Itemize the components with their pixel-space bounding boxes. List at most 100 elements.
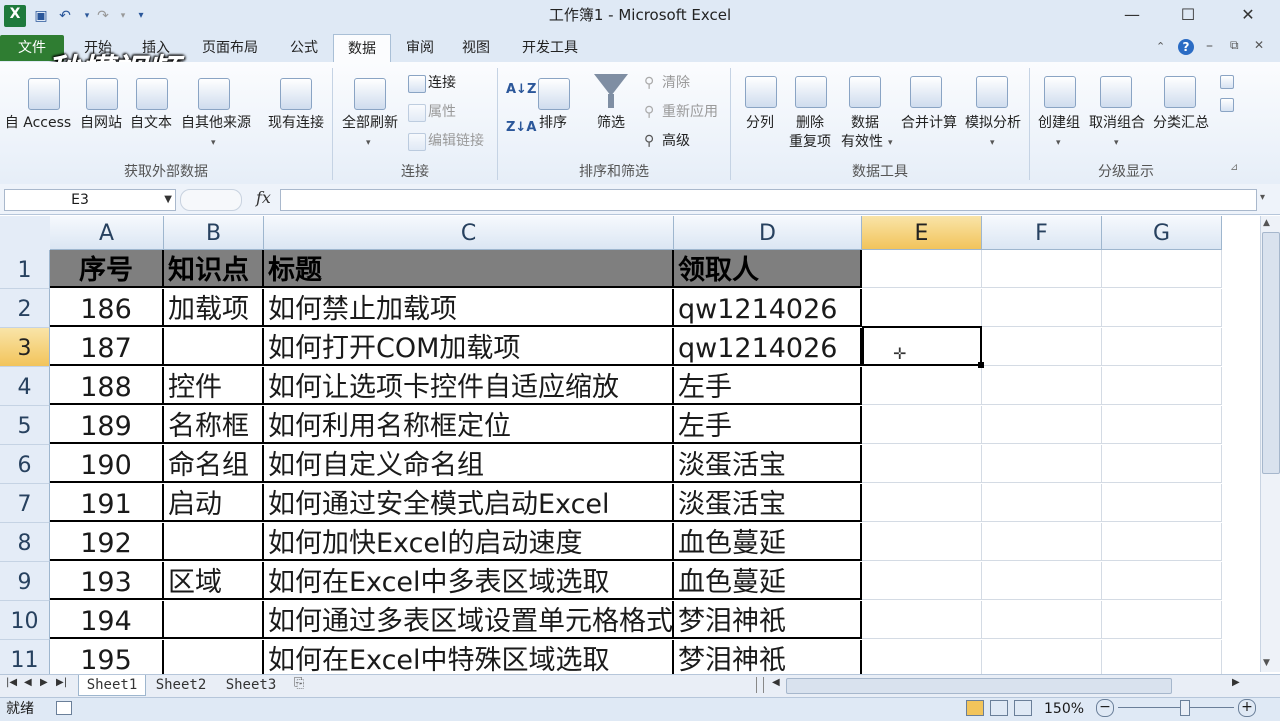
cell-c3[interactable]: 如何打开COM加载项 xyxy=(264,328,674,366)
cell-a6[interactable]: 190 xyxy=(50,445,164,483)
cell-g5[interactable] xyxy=(1102,406,1222,444)
cell-g6[interactable] xyxy=(1102,445,1222,483)
cell-f11[interactable] xyxy=(982,640,1102,678)
cell-f9[interactable] xyxy=(982,562,1102,600)
scroll-down-icon[interactable]: ▼ xyxy=(1263,658,1270,668)
row-header-5[interactable]: 5 xyxy=(0,406,50,445)
zoom-in-icon[interactable]: + xyxy=(1238,699,1256,717)
ribbon-close-icon[interactable]: ✕ xyxy=(1254,38,1264,52)
ungroup-dropdown-icon[interactable]: ▾ xyxy=(1114,138,1119,148)
cell-b11[interactable] xyxy=(164,640,264,678)
ungroup-button[interactable]: 取消组合 xyxy=(1086,114,1148,133)
cell-g4[interactable] xyxy=(1102,367,1222,405)
row-header-4[interactable]: 4 xyxy=(0,367,50,406)
ribbon-minimize-icon[interactable]: – xyxy=(1206,38,1213,54)
row-header-2[interactable]: 2 xyxy=(0,289,50,328)
cell-d6[interactable]: 淡蛋活宝 xyxy=(674,445,862,483)
cell-e4[interactable] xyxy=(862,367,982,405)
insert-function-icon[interactable]: fx xyxy=(256,188,271,207)
cell-c7[interactable]: 如何通过安全模式启动Excel xyxy=(264,484,674,522)
cell-c5[interactable]: 如何利用名称框定位 xyxy=(264,406,674,444)
column-header-g[interactable]: G xyxy=(1102,216,1222,250)
sheet-tab-sheet1[interactable]: Sheet1 xyxy=(78,675,146,696)
cell-b6[interactable]: 命名组 xyxy=(164,445,264,483)
collapse-ribbon-icon[interactable]: ⌃ xyxy=(1156,40,1165,53)
other-sources-dropdown-icon[interactable]: ▾ xyxy=(211,138,216,148)
clear-button[interactable]: 清除 xyxy=(662,74,690,93)
outline-settings-launcher-icon[interactable]: ⊿ xyxy=(1230,162,1238,173)
cell-e2[interactable] xyxy=(862,289,982,327)
cell-d3[interactable]: qw1214026 xyxy=(674,328,862,366)
first-sheet-icon[interactable]: |◀ xyxy=(6,677,17,688)
cell-g1[interactable] xyxy=(1102,250,1222,288)
select-all-corner[interactable] xyxy=(0,216,51,251)
remove-duplicates-button[interactable]: 删除 xyxy=(784,114,836,133)
cell-c1[interactable]: 标题 xyxy=(264,250,674,288)
cell-e11[interactable] xyxy=(862,640,982,678)
refresh-all-button[interactable]: 全部刷新 xyxy=(336,114,404,133)
zoom-level[interactable]: 150% xyxy=(1044,698,1084,720)
cell-b2[interactable]: 加载项 xyxy=(164,289,264,327)
tab-review[interactable]: 审阅 xyxy=(396,34,444,62)
cell-c6[interactable]: 如何自定义命名组 xyxy=(264,445,674,483)
tab-view[interactable]: 视图 xyxy=(452,34,500,62)
cell-b9[interactable]: 区域 xyxy=(164,562,264,600)
horizontal-scroll-thumb[interactable] xyxy=(786,678,1172,694)
column-header-b[interactable]: B xyxy=(164,216,264,250)
column-header-c[interactable]: C xyxy=(264,216,674,250)
cell-a7[interactable]: 191 xyxy=(50,484,164,522)
from-other-sources-button[interactable]: 自其他来源 xyxy=(176,114,256,133)
cell-d1[interactable]: 领取人 xyxy=(674,250,862,288)
cell-f10[interactable] xyxy=(982,601,1102,639)
row-header-7[interactable]: 7 xyxy=(0,484,50,523)
row-header-1[interactable]: 1 xyxy=(0,250,50,289)
cell-e9[interactable] xyxy=(862,562,982,600)
next-sheet-icon[interactable]: ▶ xyxy=(40,677,48,688)
tab-developer[interactable]: 开发工具 xyxy=(512,34,588,62)
column-header-d[interactable]: D xyxy=(674,216,862,250)
what-if-dropdown-icon[interactable]: ▾ xyxy=(990,138,995,148)
cell-b4[interactable]: 控件 xyxy=(164,367,264,405)
cell-a9[interactable]: 193 xyxy=(50,562,164,600)
row-header-9[interactable]: 9 xyxy=(0,562,50,601)
column-header-a[interactable]: A xyxy=(50,216,164,250)
from-access-button[interactable]: 自 Access xyxy=(0,114,76,133)
zoom-slider-thumb[interactable] xyxy=(1180,700,1190,716)
hide-detail-icon[interactable] xyxy=(1220,98,1234,112)
cell-d5[interactable]: 左手 xyxy=(674,406,862,444)
advanced-button[interactable]: 高级 xyxy=(662,132,690,151)
save-icon[interactable]: ▣ xyxy=(32,7,50,25)
tab-formulas[interactable]: 公式 xyxy=(280,34,328,62)
what-if-analysis-button[interactable]: 模拟分析 xyxy=(962,114,1024,133)
cell-e1[interactable] xyxy=(862,250,982,288)
tab-split-handle[interactable] xyxy=(756,677,764,693)
cell-f2[interactable] xyxy=(982,289,1102,327)
data-validation-button-line2[interactable]: 有效性 xyxy=(836,133,888,152)
reapply-button[interactable]: 重新应用 xyxy=(662,103,718,122)
maximize-icon[interactable]: ☐ xyxy=(1168,2,1208,28)
row-header-10[interactable]: 10 xyxy=(0,601,50,640)
cell-e7[interactable] xyxy=(862,484,982,522)
ribbon-restore-icon[interactable]: ⧉ xyxy=(1230,38,1239,53)
cell-f3[interactable] xyxy=(982,328,1102,366)
sort-az-icon[interactable]: A↓Z xyxy=(506,82,536,97)
cell-a4[interactable]: 188 xyxy=(50,367,164,405)
row-header-3[interactable]: 3 xyxy=(0,328,50,367)
remove-duplicates-button-line2[interactable]: 重复项 xyxy=(784,133,836,152)
cell-e5[interactable] xyxy=(862,406,982,444)
edit-links-button[interactable]: 编辑链接 xyxy=(428,132,484,151)
cell-b10[interactable] xyxy=(164,601,264,639)
sheet-tab-sheet3[interactable]: Sheet3 xyxy=(218,675,284,695)
cell-a3[interactable]: 187 xyxy=(50,328,164,366)
cell-b3[interactable] xyxy=(164,328,264,366)
column-header-f[interactable]: F xyxy=(982,216,1102,250)
tab-data[interactable]: 数据 xyxy=(333,34,391,64)
help-icon[interactable]: ? xyxy=(1178,39,1194,55)
zoom-out-icon[interactable]: − xyxy=(1096,699,1114,717)
cell-d8[interactable]: 血色蔓延 xyxy=(674,523,862,561)
cell-g11[interactable] xyxy=(1102,640,1222,678)
cell-g9[interactable] xyxy=(1102,562,1222,600)
row-header-8[interactable]: 8 xyxy=(0,523,50,562)
cell-a5[interactable]: 189 xyxy=(50,406,164,444)
text-to-columns-button[interactable]: 分列 xyxy=(738,114,782,133)
